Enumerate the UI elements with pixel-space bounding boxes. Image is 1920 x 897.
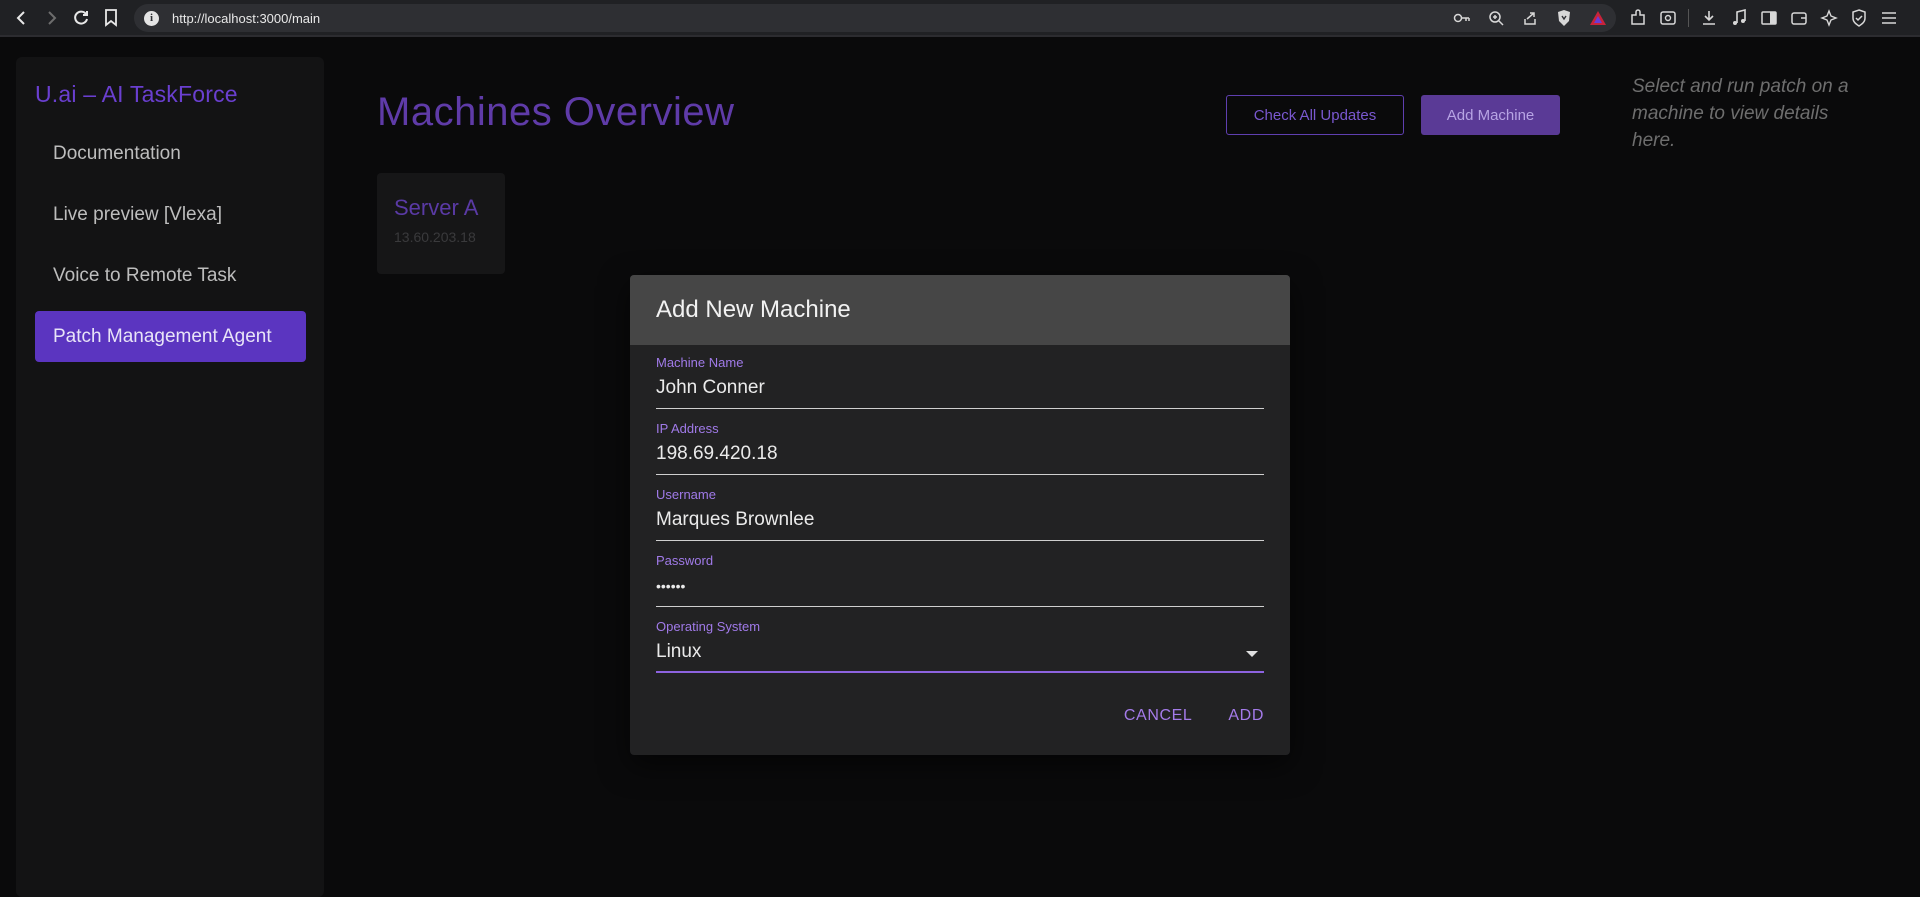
dialog-title: Add New Machine xyxy=(656,296,851,323)
wallet-icon[interactable] xyxy=(1789,8,1809,28)
details-hint: Select and run patch on a machine to vie… xyxy=(1632,76,1849,151)
sidebar-item-voice-to-remote-task[interactable]: Voice to Remote Task xyxy=(35,250,306,301)
dialog-actions: CANCEL ADD xyxy=(1124,707,1264,725)
sidebar-toggle-icon[interactable] xyxy=(1759,8,1779,28)
page-title: Machines Overview xyxy=(377,90,735,134)
machine-name-label: Machine Name xyxy=(656,355,744,370)
sidebar-item-documentation[interactable]: Documentation xyxy=(35,128,306,179)
add-machine-dialog: Add New Machine Machine Name John Conner… xyxy=(630,275,1290,755)
browser-toolbar: i http://localhost:3000/main xyxy=(0,0,1920,37)
machine-name-input[interactable]: John Conner xyxy=(656,377,1264,409)
dialog-header: Add New Machine xyxy=(630,275,1290,345)
extensions-icon[interactable] xyxy=(1628,8,1648,28)
machine-card[interactable]: Server A 13.60.203.18 xyxy=(377,173,505,274)
machine-ip: 13.60.203.18 xyxy=(394,229,476,245)
reload-icon[interactable] xyxy=(70,7,92,29)
add-button[interactable]: ADD xyxy=(1228,707,1264,725)
music-icon[interactable] xyxy=(1729,8,1749,28)
zoom-icon[interactable] xyxy=(1486,8,1506,28)
operating-system-select[interactable]: Linux xyxy=(656,641,1264,673)
screenshot-icon[interactable] xyxy=(1658,8,1678,28)
operating-system-label: Operating System xyxy=(656,619,761,634)
site-info-icon[interactable]: i xyxy=(144,10,159,26)
ip-address-label: IP Address xyxy=(656,421,719,436)
brave-shield-icon[interactable] xyxy=(1554,8,1574,28)
username-input[interactable]: Marques Brownlee xyxy=(656,509,1264,541)
add-machine-button[interactable]: Add Machine xyxy=(1421,95,1560,135)
forward-icon[interactable] xyxy=(40,7,62,29)
password-field: Password •••••• xyxy=(656,553,1264,607)
check-all-updates-button[interactable]: Check All Updates xyxy=(1226,95,1404,135)
vpn-icon[interactable] xyxy=(1849,8,1869,28)
brand-title[interactable]: U.ai – AI TaskForce xyxy=(35,81,238,108)
back-icon[interactable] xyxy=(11,7,33,29)
username-field: Username Marques Brownlee xyxy=(656,487,1264,541)
bookmark-icon[interactable] xyxy=(100,7,122,29)
ip-address-field: IP Address 198.69.420.18 xyxy=(656,421,1264,475)
machine-name: Server A xyxy=(394,195,479,220)
key-icon[interactable] xyxy=(1452,8,1472,28)
sidebar-item-patch-management-agent[interactable]: Patch Management Agent xyxy=(35,311,306,362)
operating-system-field: Operating System Linux xyxy=(656,619,1264,673)
ip-address-input[interactable]: 198.69.420.18 xyxy=(656,443,1264,475)
sidebar: U.ai – AI TaskForce Documentation Live p… xyxy=(16,57,324,897)
url-text: http://localhost:3000/main xyxy=(172,10,321,26)
dropdown-arrow-icon[interactable] xyxy=(1246,651,1258,657)
password-input[interactable]: •••••• xyxy=(656,575,1264,607)
username-label: Username xyxy=(656,487,716,502)
share-icon[interactable] xyxy=(1520,8,1540,28)
leo-ai-icon[interactable] xyxy=(1819,8,1839,28)
machine-name-field: Machine Name John Conner xyxy=(656,355,1264,409)
password-label: Password xyxy=(656,553,714,568)
cancel-button[interactable]: CANCEL xyxy=(1124,707,1193,725)
address-bar[interactable]: i http://localhost:3000/main xyxy=(134,4,1616,32)
operating-system-value: Linux xyxy=(656,641,702,662)
download-icon[interactable] xyxy=(1699,8,1719,28)
toolbar-divider xyxy=(1688,9,1689,27)
sidebar-item-live-preview[interactable]: Live preview [Vlexa] xyxy=(35,189,306,240)
menu-icon[interactable] xyxy=(1879,8,1899,28)
brave-rewards-icon[interactable] xyxy=(1588,8,1608,28)
